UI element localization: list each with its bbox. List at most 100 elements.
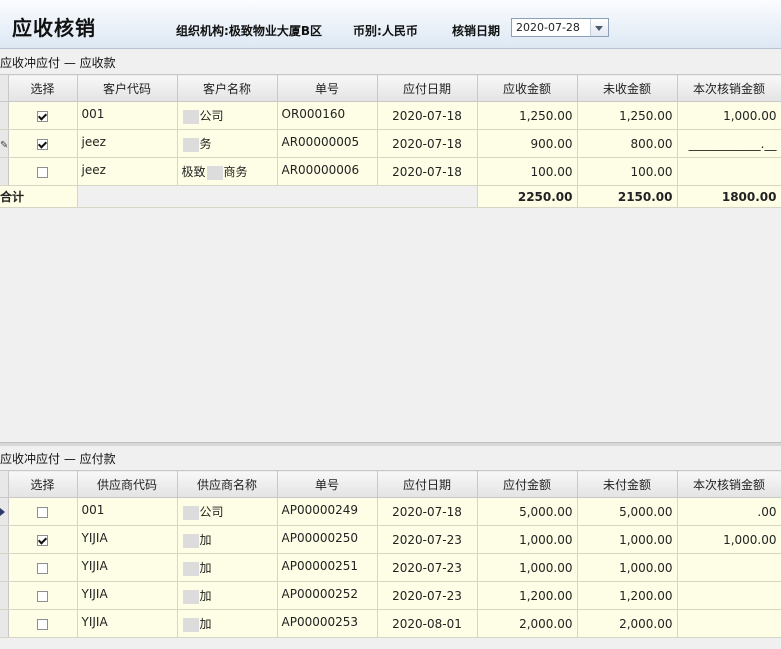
date-cell[interactable]: 2020-07-23 [377, 581, 478, 610]
date-cell[interactable]: 2020-07-18 [377, 101, 478, 130]
supplier-code-cell[interactable]: 001 [77, 497, 178, 526]
row-checkbox[interactable] [37, 562, 48, 574]
amount-cell[interactable]: 900.00 [477, 129, 578, 158]
amount-cell[interactable]: 5,000.00 [477, 497, 578, 526]
supplier-code-cell[interactable]: YIJIA [77, 581, 178, 610]
select-cell[interactable] [8, 157, 78, 186]
supplier-name-cell[interactable]: 加 [177, 581, 278, 610]
doc-no-cell[interactable]: AR00000006 [277, 157, 378, 186]
supplier-name-cell[interactable]: 加 [177, 609, 278, 638]
table-row[interactable]: 001 公司 OR000160 2020-07-18 1,250.00 1,25… [0, 101, 781, 130]
doc-no-cell[interactable]: AR00000005 [277, 129, 378, 158]
table-row[interactable]: YIJIA 加 AP00000251 2020-07-23 1,000.00 1… [0, 553, 781, 582]
doc-no-cell[interactable]: OR000160 [277, 101, 378, 130]
date-cell[interactable]: 2020-07-18 [377, 129, 478, 158]
writeoff-cell[interactable] [677, 157, 781, 186]
writeoff-date-picker[interactable]: 2020-07-28 [511, 18, 609, 37]
table-row[interactable]: YIJIA 加 AP00000252 2020-07-23 1,200.00 1… [0, 581, 781, 610]
col-header-writeoff[interactable]: 本次核销金额 [677, 74, 781, 102]
doc-no-cell[interactable]: AP00000252 [277, 581, 378, 610]
writeoff-input-cell[interactable]: ____________.__ [677, 129, 781, 158]
date-cell[interactable]: 2020-07-23 [377, 525, 478, 554]
customer-code-cell[interactable]: 001 [77, 101, 178, 130]
select-cell[interactable] [8, 101, 78, 130]
unpaid-cell[interactable]: 100.00 [577, 157, 678, 186]
writeoff-cell[interactable] [677, 581, 781, 610]
unpaid-cell[interactable]: 1,200.00 [577, 581, 678, 610]
writeoff-cell[interactable] [677, 553, 781, 582]
col-header-amount[interactable]: 应收金额 [477, 74, 578, 102]
col-header-supplier-name[interactable]: 供应商名称 [177, 470, 278, 498]
date-dropdown-button[interactable] [590, 19, 608, 36]
supplier-name-cell[interactable]: 加 [177, 553, 278, 582]
date-cell[interactable]: 2020-07-18 [377, 157, 478, 186]
col-header-date[interactable]: 应付日期 [377, 470, 478, 498]
writeoff-cell[interactable]: 1,000.00 [677, 101, 781, 130]
unpaid-cell[interactable]: 5,000.00 [577, 497, 678, 526]
amount-cell[interactable]: 2,000.00 [477, 609, 578, 638]
row-checkbox[interactable] [37, 506, 48, 518]
doc-no-cell[interactable]: AP00000253 [277, 609, 378, 638]
table-row[interactable]: jeez 极致 商务 AR00000006 2020-07-18 100.00 1… [0, 157, 781, 186]
col-header-unpaid[interactable]: 未付金额 [577, 470, 678, 498]
supplier-name-cell[interactable]: 加 [177, 525, 278, 554]
col-header-date[interactable]: 应付日期 [377, 74, 478, 102]
select-cell[interactable] [8, 581, 78, 610]
customer-name-cell[interactable]: 极致 商务 [177, 157, 278, 186]
writeoff-cell[interactable]: .00 [677, 497, 781, 526]
unpaid-cell[interactable]: 1,000.00 [577, 553, 678, 582]
row-checkbox[interactable] [37, 110, 48, 122]
select-cell[interactable] [8, 129, 78, 158]
row-checkbox[interactable] [37, 618, 48, 630]
col-header-unpaid[interactable]: 未收金额 [577, 74, 678, 102]
select-cell[interactable] [8, 525, 78, 554]
col-header-customer-name[interactable]: 客户名称 [177, 74, 278, 102]
doc-no-cell[interactable]: AP00000249 [277, 497, 378, 526]
row-checkbox[interactable] [37, 534, 48, 546]
doc-no-cell[interactable]: AP00000250 [277, 525, 378, 554]
date-cell[interactable]: 2020-07-23 [377, 553, 478, 582]
supplier-code-cell[interactable]: YIJIA [77, 525, 178, 554]
table-row[interactable]: YIJIA 加 AP00000253 2020-08-01 2,000.00 2… [0, 609, 781, 638]
supplier-name-cell[interactable]: 公司 [177, 497, 278, 526]
customer-code-cell[interactable]: jeez [77, 129, 178, 158]
col-header-writeoff[interactable]: 本次核销金额 [677, 470, 781, 498]
date-cell[interactable]: 2020-07-18 [377, 497, 478, 526]
amount-cell[interactable]: 1,250.00 [477, 101, 578, 130]
supplier-code-cell[interactable]: YIJIA [77, 609, 178, 638]
col-header-supplier-code[interactable]: 供应商代码 [77, 470, 178, 498]
table-row[interactable]: YIJIA 加 AP00000250 2020-07-23 1,000.00 1… [0, 525, 781, 554]
unpaid-cell[interactable]: 1,250.00 [577, 101, 678, 130]
unpaid-cell[interactable]: 2,000.00 [577, 609, 678, 638]
col-header-amount[interactable]: 应付金额 [477, 470, 578, 498]
col-header-doc-no[interactable]: 单号 [277, 470, 378, 498]
redacted-block [182, 533, 199, 548]
amount-cell[interactable]: 1,000.00 [477, 553, 578, 582]
date-cell[interactable]: 2020-08-01 [377, 609, 478, 638]
row-checkbox[interactable] [37, 138, 48, 150]
customer-name-cell[interactable]: 公司 [177, 101, 278, 130]
table-row[interactable]: ✎ jeez 务 AR00000005 2020-07-18 900.00 80… [0, 129, 781, 158]
unpaid-cell[interactable]: 800.00 [577, 129, 678, 158]
row-checkbox[interactable] [37, 590, 48, 602]
col-header-select[interactable]: 选择 [8, 74, 78, 102]
col-header-doc-no[interactable]: 单号 [277, 74, 378, 102]
select-cell[interactable] [8, 553, 78, 582]
doc-no-cell[interactable]: AP00000251 [277, 553, 378, 582]
select-cell[interactable] [8, 497, 78, 526]
col-header-customer-code[interactable]: 客户代码 [77, 74, 178, 102]
table-row[interactable]: 001 公司 AP00000249 2020-07-18 5,000.00 5,… [0, 497, 781, 526]
writeoff-cell[interactable] [677, 609, 781, 638]
amount-cell[interactable]: 100.00 [477, 157, 578, 186]
customer-name-cell[interactable]: 务 [177, 129, 278, 158]
unpaid-cell[interactable]: 1,000.00 [577, 525, 678, 554]
supplier-code-cell[interactable]: YIJIA [77, 553, 178, 582]
writeoff-cell[interactable]: 1,000.00 [677, 525, 781, 554]
col-header-select[interactable]: 选择 [8, 470, 78, 498]
amount-cell[interactable]: 1,000.00 [477, 525, 578, 554]
select-cell[interactable] [8, 609, 78, 638]
section-divider[interactable] [0, 442, 781, 446]
amount-cell[interactable]: 1,200.00 [477, 581, 578, 610]
row-checkbox[interactable] [37, 166, 48, 178]
customer-code-cell[interactable]: jeez [77, 157, 178, 186]
